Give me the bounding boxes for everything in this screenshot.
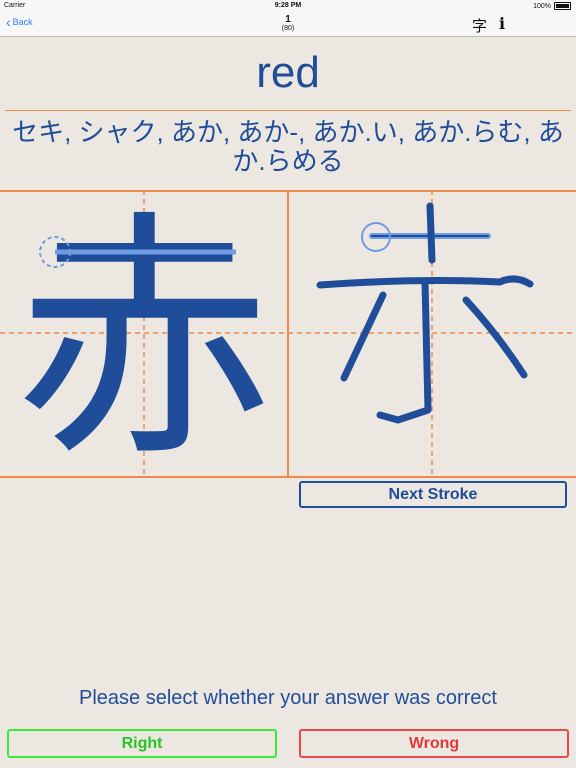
- reference-kanji-panel: 赤: [14, 190, 274, 478]
- battery-indicator: 100%: [533, 2, 571, 10]
- drawn-stroke-2: [426, 202, 436, 264]
- info-icon[interactable]: i: [499, 14, 505, 33]
- status-bar: Carrier 9:28 PM 100%: [0, 0, 576, 12]
- kanji-button[interactable]: 字: [472, 15, 487, 36]
- right-button[interactable]: Right: [7, 729, 277, 758]
- card-number: 1: [285, 14, 291, 25]
- navigation-bar: ‹ Back 1 (80) 字 i: [0, 12, 576, 37]
- battery-percent: 100%: [533, 2, 551, 10]
- wrong-button[interactable]: Wrong: [299, 729, 569, 758]
- kanji-readings: セキ, シャク, あか, あか-, あか.い, あか.らむ, あか.らめる: [12, 117, 564, 176]
- drawn-stroke-6: [462, 296, 528, 379]
- divider: [5, 110, 571, 111]
- battery-icon: [554, 2, 571, 10]
- card-total: (80): [281, 25, 295, 32]
- clock: 9:28 PM: [274, 2, 302, 9]
- reference-kanji: 赤: [14, 190, 274, 478]
- drawn-stroke-5: [340, 291, 387, 382]
- drawing-canvas[interactable]: [316, 202, 534, 424]
- kanji-meaning: red: [256, 48, 320, 97]
- answer-prompt: Please select whether your answer was co…: [79, 687, 497, 709]
- card-counter: 1 (80): [0, 14, 576, 32]
- drawn-stroke-4: [376, 278, 432, 424]
- next-stroke-button[interactable]: Next Stroke: [299, 481, 567, 508]
- writing-area: 赤: [0, 190, 576, 478]
